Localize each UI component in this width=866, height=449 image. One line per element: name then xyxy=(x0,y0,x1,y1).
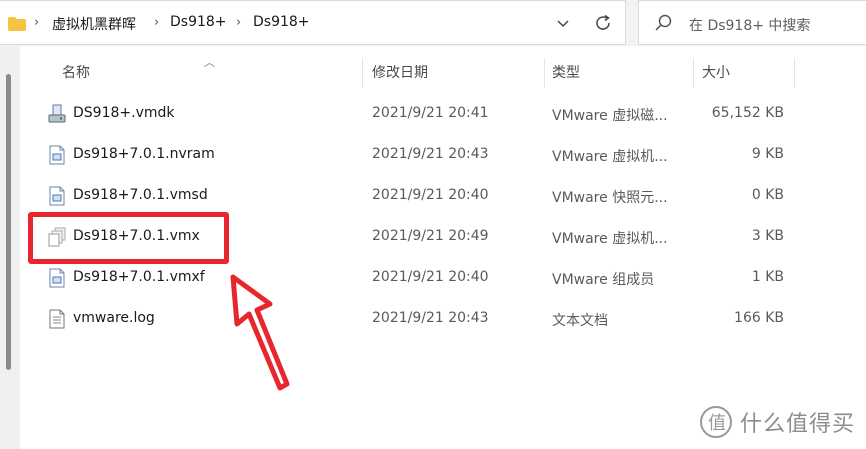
search-icon xyxy=(655,14,672,31)
file-type: VMware 虚拟磁... xyxy=(552,108,668,124)
file-row[interactable]: vmware.log 2021/9/21 20:43 文本文档 166 KB xyxy=(30,299,866,340)
file-name: Ds918+7.0.1.vmsd xyxy=(73,187,208,203)
column-size[interactable]: 大小 xyxy=(702,58,730,92)
file-modified: 2021/9/21 20:40 xyxy=(372,269,489,285)
file-type: VMware 虚拟机... xyxy=(552,149,668,165)
column-divider[interactable] xyxy=(794,58,795,88)
vmware-file-icon xyxy=(49,268,65,288)
file-modified: 2021/9/21 20:43 xyxy=(372,310,489,326)
breadcrumb-separator: › xyxy=(34,15,40,30)
column-divider[interactable] xyxy=(362,58,363,88)
breadcrumb-item[interactable]: Ds918+ xyxy=(170,14,227,30)
file-type: VMware 组成员 xyxy=(552,272,655,288)
file-modified: 2021/9/21 20:40 xyxy=(372,187,489,203)
file-row[interactable]: Ds918+7.0.1.nvram 2021/9/21 20:43 VMware… xyxy=(30,135,866,176)
file-size: 65,152 KB xyxy=(711,105,784,121)
text-file-icon xyxy=(49,309,65,329)
file-modified: 2021/9/21 20:41 xyxy=(372,105,489,121)
folder-icon xyxy=(8,17,26,31)
sort-ascending-icon: ︿ xyxy=(204,56,215,69)
file-row[interactable]: Ds918+7.0.1.vmxf 2021/9/21 20:40 VMware … xyxy=(30,258,866,299)
disk-icon xyxy=(48,104,66,123)
chevron-down-icon[interactable] xyxy=(553,13,573,33)
scrollbar[interactable] xyxy=(0,46,20,449)
file-name: Ds918+7.0.1.nvram xyxy=(73,146,215,162)
search-placeholder: 在 Ds918+ 中搜索 xyxy=(689,18,811,34)
arrow-annotation-icon xyxy=(230,274,290,391)
breadcrumb-separator: › xyxy=(236,15,242,30)
watermark-text: 什么值得买 xyxy=(740,412,856,437)
breadcrumb-item[interactable]: 虚拟机黑群晖 xyxy=(52,14,136,34)
file-size: 0 KB xyxy=(751,187,784,203)
column-divider[interactable] xyxy=(693,58,694,88)
column-type[interactable]: 类型 xyxy=(552,58,580,92)
column-divider[interactable] xyxy=(544,58,545,88)
column-header: ︿ 名称 修改日期 类型 大小 xyxy=(20,56,866,92)
file-type: 文本文档 xyxy=(552,313,608,329)
file-row[interactable]: Ds918+7.0.1.vmsd 2021/9/21 20:40 VMware … xyxy=(30,176,866,217)
file-name: Ds918+7.0.1.vmxf xyxy=(73,269,205,285)
file-size: 9 KB xyxy=(751,146,784,162)
scrollbar-thumb[interactable] xyxy=(6,74,11,370)
highlight-annotation xyxy=(28,212,229,264)
refresh-icon[interactable] xyxy=(592,12,614,34)
breadcrumb-separator: › xyxy=(154,15,160,30)
file-type: VMware 快照元... xyxy=(552,190,668,206)
vmware-file-icon xyxy=(49,186,65,206)
file-name: DS918+.vmdk xyxy=(73,105,175,121)
column-modified[interactable]: 修改日期 xyxy=(372,58,428,92)
file-row[interactable]: DS918+.vmdk 2021/9/21 20:41 VMware 虚拟磁..… xyxy=(30,94,866,135)
vmware-file-icon xyxy=(49,145,65,165)
address-bar[interactable]: › 虚拟机黑群晖 › Ds918+ › Ds918+ xyxy=(0,0,626,45)
file-name: vmware.log xyxy=(73,310,155,326)
column-name[interactable]: 名称 xyxy=(62,58,90,92)
file-size: 1 KB xyxy=(751,269,784,285)
file-type: VMware 虚拟机... xyxy=(552,231,668,247)
file-size: 166 KB xyxy=(734,310,784,326)
file-size: 3 KB xyxy=(751,228,784,244)
svg-text:值: 值 xyxy=(708,413,726,434)
breadcrumb-item[interactable]: Ds918+ xyxy=(253,14,310,30)
search-input[interactable]: 在 Ds918+ 中搜索 xyxy=(638,0,866,45)
file-modified: 2021/9/21 20:49 xyxy=(372,228,489,244)
file-modified: 2021/9/21 20:43 xyxy=(372,146,489,162)
